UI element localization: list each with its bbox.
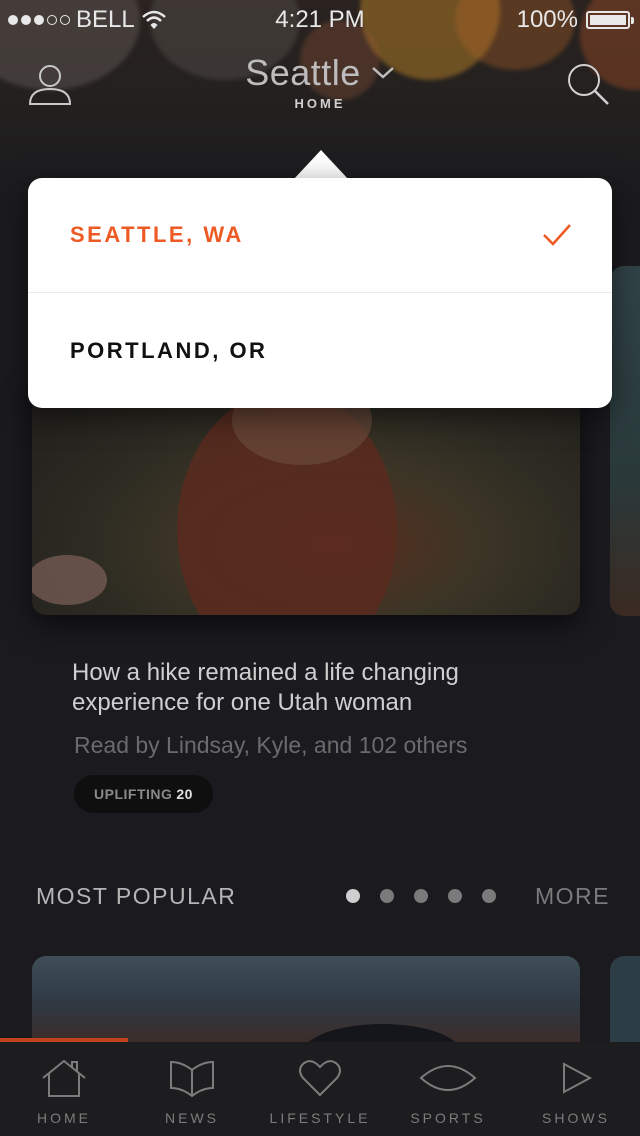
search-button[interactable] — [564, 60, 612, 108]
tab-bar: HOME NEWS LIFESTYLE SPORTS SHOWS — [0, 1042, 640, 1136]
page-dot — [482, 889, 496, 903]
tab-label: SPORTS — [410, 1110, 486, 1126]
tab-label: NEWS — [165, 1110, 219, 1126]
tab-lifestyle[interactable]: LIFESTYLE — [256, 1042, 384, 1136]
battery-icon — [586, 11, 634, 29]
page-dot — [346, 889, 360, 903]
story-readers: Read by Lindsay, Kyle, and 102 others — [74, 732, 468, 758]
tab-sports[interactable]: SPORTS — [384, 1042, 512, 1136]
location-dropdown: SEATTLE, WA PORTLAND, OR — [28, 178, 612, 408]
location-option-portland[interactable]: PORTLAND, OR — [28, 293, 612, 408]
football-icon — [419, 1065, 477, 1091]
story-headline[interactable]: How a hike remained a life changing expe… — [72, 658, 552, 718]
search-icon — [568, 64, 609, 105]
checkmark-icon — [543, 224, 571, 246]
page-dot — [414, 889, 428, 903]
next-popular-card[interactable] — [610, 956, 640, 1056]
page-dot — [380, 889, 394, 903]
battery-percent: 100% — [516, 6, 578, 33]
home-icon — [42, 1059, 86, 1097]
page-dot — [448, 889, 462, 903]
chevron-down-icon — [371, 67, 394, 79]
play-icon — [563, 1062, 593, 1094]
tab-label: LIFESTYLE — [269, 1110, 371, 1126]
location-option-seattle[interactable]: SEATTLE, WA — [28, 178, 612, 293]
heart-icon — [299, 1060, 341, 1097]
news-icon — [170, 1060, 214, 1098]
tab-home[interactable]: HOME — [0, 1042, 128, 1136]
header-subtitle: HOME — [294, 96, 346, 111]
tab-label: HOME — [37, 1110, 91, 1126]
featured-story-image[interactable] — [32, 380, 580, 615]
story-tag[interactable]: UPLIFTING 20 — [74, 775, 213, 813]
section-title: MOST POPULAR — [36, 883, 237, 909]
more-link[interactable]: MORE — [535, 883, 610, 910]
tag-count: 20 — [176, 786, 193, 802]
city-title: Seattle — [245, 52, 361, 93]
page-indicator — [346, 889, 496, 903]
option-label: PORTLAND, OR — [70, 337, 268, 363]
next-story-card[interactable] — [610, 266, 640, 616]
tab-shows[interactable]: SHOWS — [512, 1042, 640, 1136]
status-bar: BELL 4:21 PM 100% — [0, 0, 640, 40]
tag-label: UPLIFTING — [94, 786, 173, 802]
option-label: SEATTLE, WA — [70, 222, 244, 247]
tab-label: SHOWS — [542, 1110, 610, 1126]
hiker-photo — [32, 380, 397, 615]
dropdown-pointer — [293, 150, 349, 180]
tab-news[interactable]: NEWS — [128, 1042, 256, 1136]
location-selector[interactable]: Seattle HOME — [0, 52, 640, 111]
